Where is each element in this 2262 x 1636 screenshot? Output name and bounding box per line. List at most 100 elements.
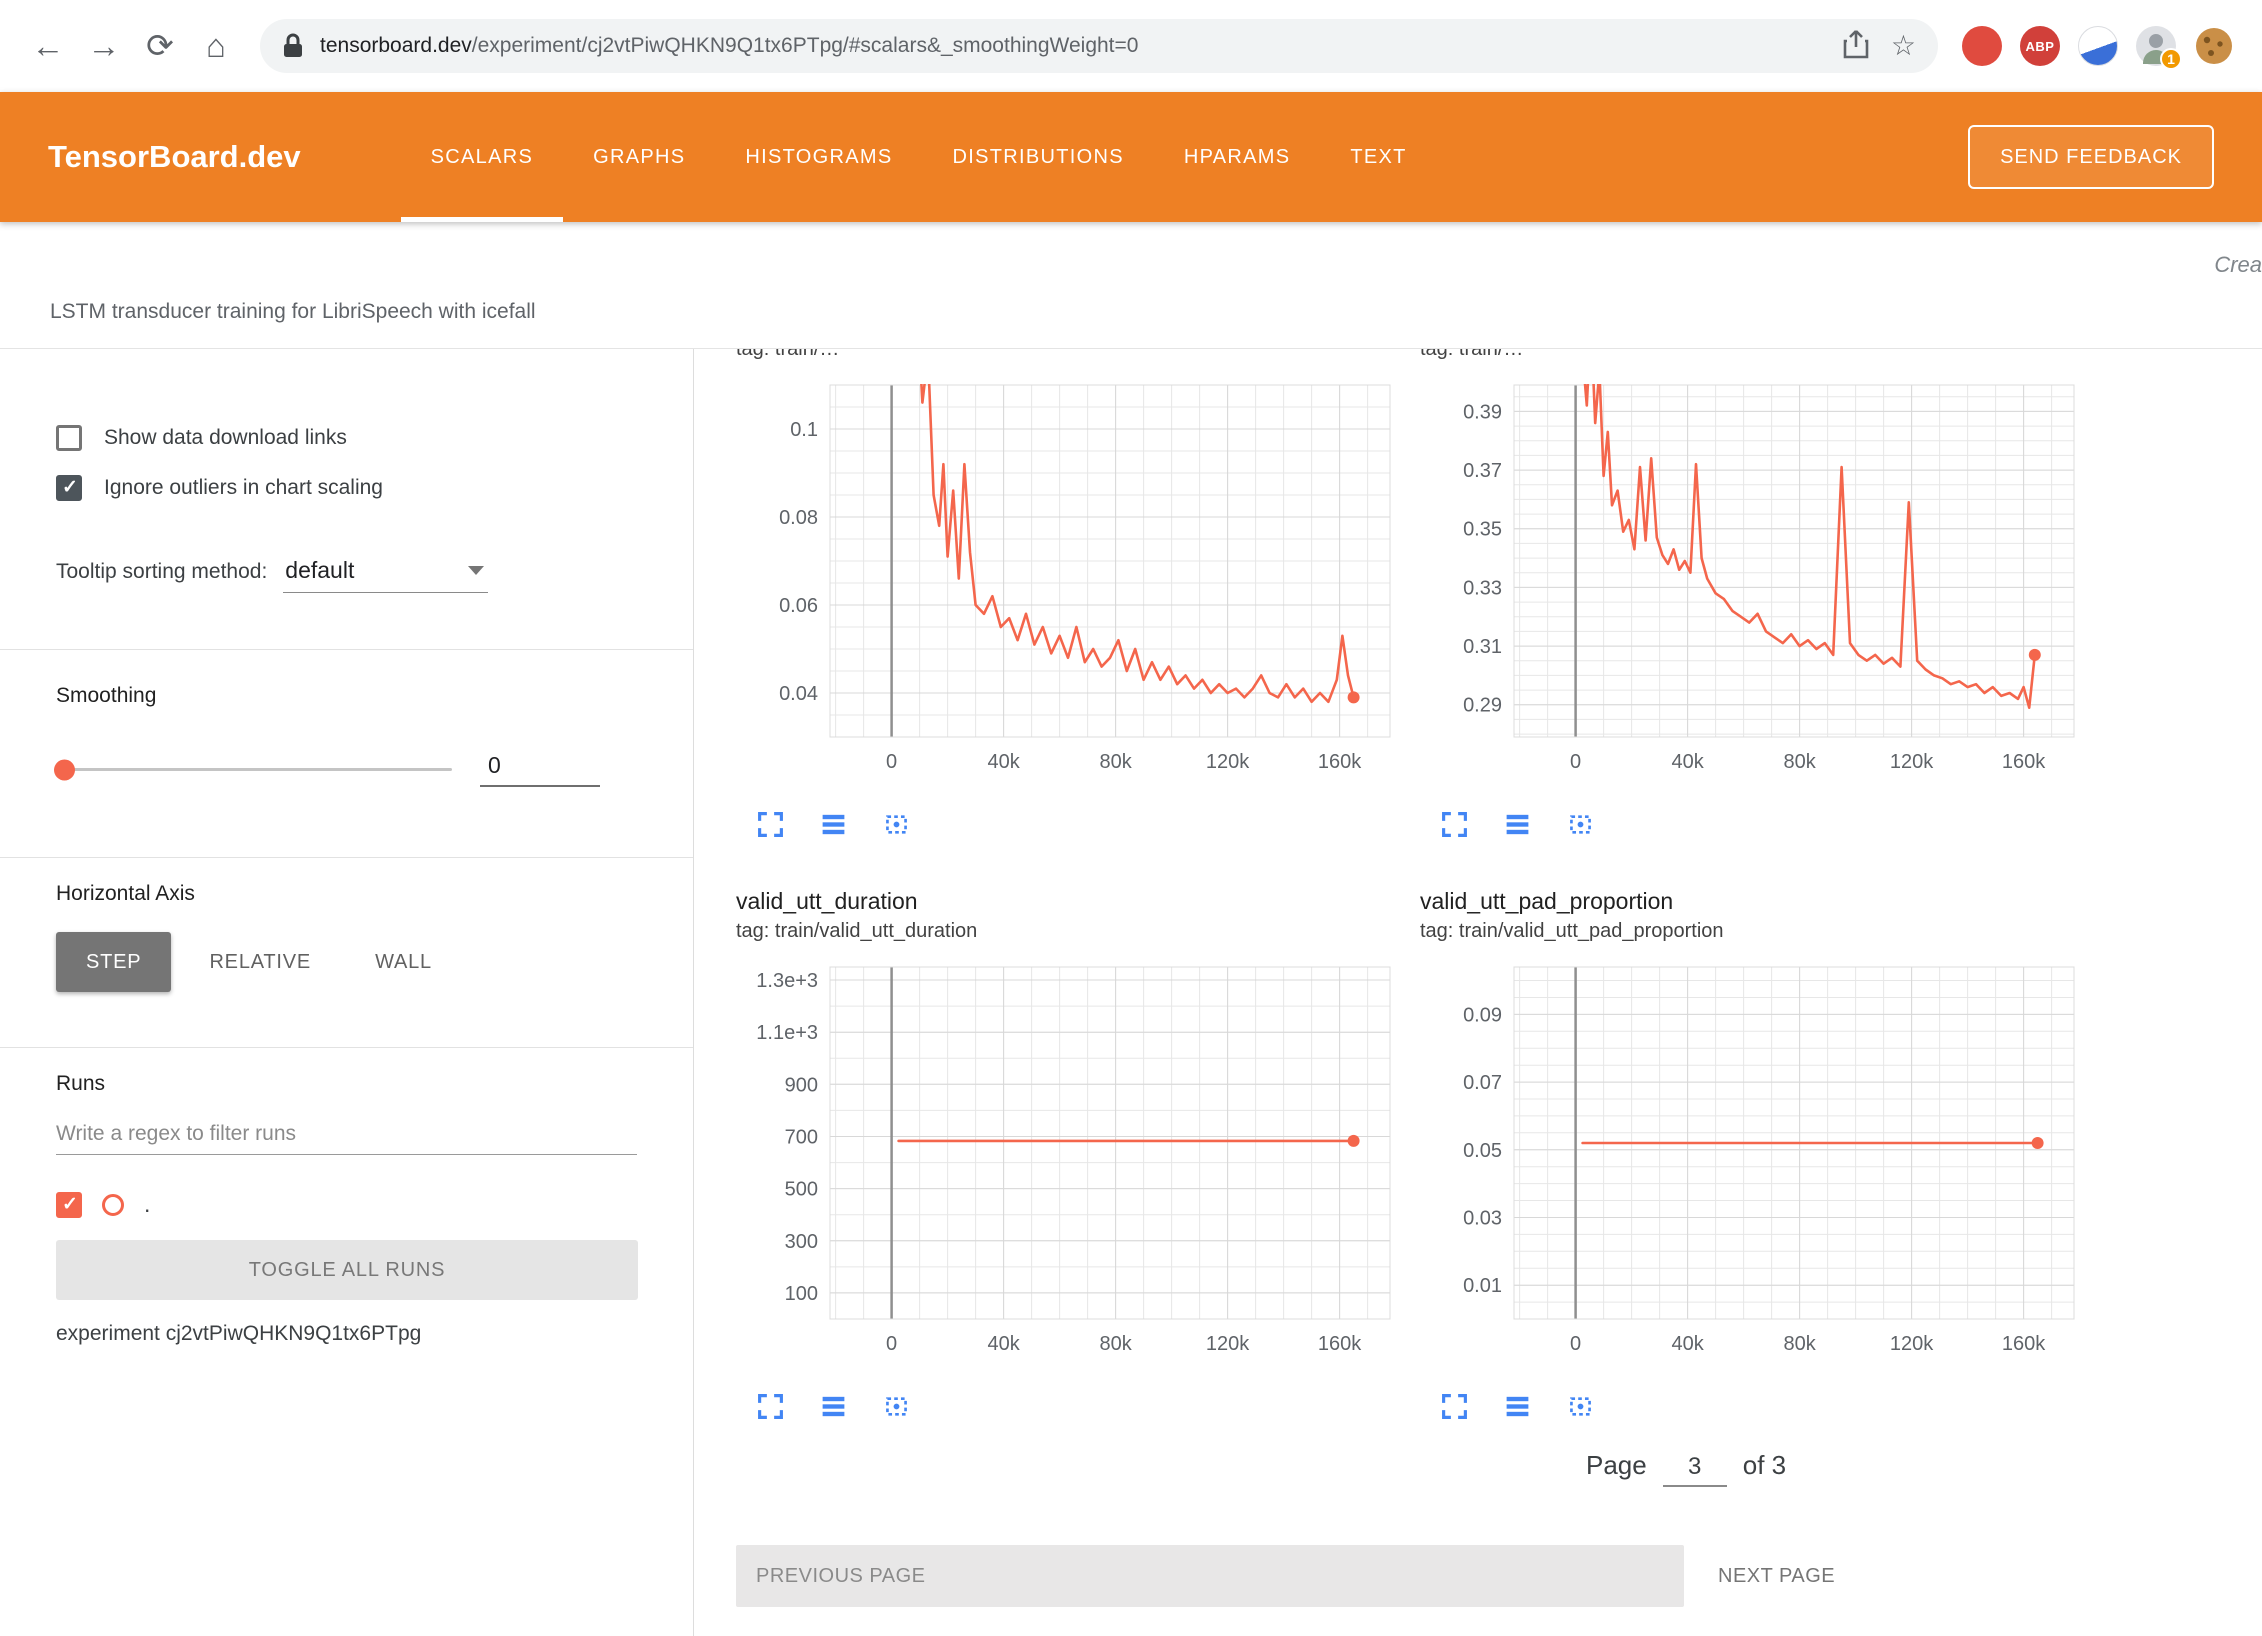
scalar-chart[interactable]: 040k80k120k160k0.290.310.330.350.370.39	[1420, 379, 2080, 784]
svg-text:700: 700	[785, 1127, 818, 1149]
chart-card-valid-utt-duration: valid_utt_duration tag: train/valid_utt_…	[736, 885, 1396, 1421]
cookie-icon[interactable]	[2194, 26, 2234, 66]
runs-list-icon[interactable]	[1503, 810, 1532, 839]
tab-hparams[interactable]: HPARAMS	[1154, 92, 1321, 222]
toggle-all-runs-button[interactable]: TOGGLE ALL RUNS	[56, 1240, 638, 1300]
fit-domain-icon[interactable]	[882, 1392, 911, 1421]
tooltip-sorting-select[interactable]: default	[283, 557, 488, 593]
page-of-label: of 3	[1743, 1447, 1786, 1483]
tooltip-sorting-value: default	[285, 557, 354, 584]
back-icon[interactable]: ←	[22, 20, 74, 72]
svg-text:0.31: 0.31	[1463, 636, 1502, 658]
ignore-outliers-row[interactable]: Ignore outliers in chart scaling	[56, 475, 637, 501]
adblock-extension-icon[interactable]	[1962, 26, 2002, 66]
svg-text:0.05: 0.05	[1463, 1140, 1502, 1162]
chart-card-valid-utt-pad-proportion: valid_utt_pad_proportion tag: train/vali…	[1420, 885, 2080, 1421]
svg-text:300: 300	[785, 1231, 818, 1253]
expand-chart-icon[interactable]	[1440, 810, 1469, 839]
next-page-button[interactable]: NEXT PAGE	[1718, 1565, 1835, 1588]
tab-distributions[interactable]: DISTRIBUTIONS	[923, 92, 1154, 222]
ignore-outliers-checkbox[interactable]	[56, 475, 82, 501]
svg-text:160k: 160k	[2002, 1333, 2046, 1355]
run-row[interactable]: .	[56, 1191, 637, 1218]
tab-histograms[interactable]: HISTOGRAMS	[715, 92, 922, 222]
pagination: Page of 3	[736, 1447, 2262, 1487]
svg-text:0.37: 0.37	[1463, 460, 1502, 482]
page-label: Page	[1586, 1447, 1647, 1483]
runs-list-icon[interactable]	[819, 1392, 848, 1421]
url-bar[interactable]: tensorboard.dev/experiment/cj2vtPiwQHKN9…	[260, 19, 1938, 73]
show-download-links-row[interactable]: Show data download links	[56, 425, 637, 451]
runs-filter-input[interactable]	[56, 1114, 637, 1155]
svg-text:0.39: 0.39	[1463, 401, 1502, 423]
svg-text:120k: 120k	[1206, 1333, 1250, 1355]
axis-wall-button[interactable]: WALL	[349, 932, 458, 992]
tensorboard-logo[interactable]: TensorBoard.dev	[48, 139, 301, 175]
chart-tag: tag: train/valid_utt_duration	[736, 917, 1396, 945]
tab-text[interactable]: TEXT	[1320, 92, 1436, 222]
expand-chart-icon[interactable]	[756, 1392, 785, 1421]
run-name: .	[144, 1191, 150, 1218]
run-color-swatch[interactable]	[102, 1194, 124, 1216]
runs-list-icon[interactable]	[1503, 1392, 1532, 1421]
chart-actions	[1420, 810, 2080, 839]
fit-domain-icon[interactable]	[1566, 1392, 1595, 1421]
fit-domain-icon[interactable]	[1566, 810, 1595, 839]
send-feedback-button[interactable]: SEND FEEDBACK	[1968, 125, 2214, 189]
svg-text:100: 100	[785, 1283, 818, 1305]
expand-chart-icon[interactable]	[1440, 1392, 1469, 1421]
tab-graphs[interactable]: GRAPHS	[563, 92, 715, 222]
svg-text:500: 500	[785, 1179, 818, 1201]
horizontal-axis-label: Horizontal Axis	[56, 882, 637, 906]
share-icon[interactable]	[1843, 29, 1869, 64]
chart-actions	[1420, 1392, 2080, 1421]
forward-icon[interactable]: →	[78, 20, 130, 72]
smoothing-section: Smoothing	[0, 650, 693, 858]
runs-label: Runs	[56, 1072, 637, 1096]
abp-extension-icon[interactable]: ABP	[2020, 26, 2060, 66]
svg-text:1.3e+3: 1.3e+3	[756, 970, 818, 992]
svg-text:0: 0	[1570, 751, 1581, 773]
chart-card-1: tag: train/… 040k80k120k160k0.040.060.08…	[736, 349, 1396, 839]
nav-tabs: SCALARS GRAPHS HISTOGRAMS DISTRIBUTIONS …	[401, 92, 1437, 222]
chevron-down-icon	[468, 566, 484, 575]
axis-relative-button[interactable]: RELATIVE	[183, 932, 337, 992]
svg-text:0: 0	[1570, 1333, 1581, 1355]
runs-list-icon[interactable]	[819, 810, 848, 839]
previous-page-button[interactable]: PREVIOUS PAGE	[736, 1545, 1684, 1607]
page-number-input[interactable]	[1663, 1452, 1727, 1487]
smoothing-slider-thumb[interactable]	[54, 759, 75, 780]
fit-domain-icon[interactable]	[882, 810, 911, 839]
expand-chart-icon[interactable]	[756, 810, 785, 839]
scalars-dashboard: tag: train/… 040k80k120k160k0.040.060.08…	[694, 349, 2262, 1636]
svg-text:0.09: 0.09	[1463, 1004, 1502, 1026]
browser-toolbar: ← → ⟳ ⌂ tensorboard.dev/experiment/cj2vt…	[0, 0, 2262, 92]
home-icon[interactable]: ⌂	[190, 20, 242, 72]
avatar-head	[2149, 34, 2163, 48]
svg-text:80k: 80k	[1099, 751, 1132, 773]
blue-extension-icon[interactable]	[2078, 26, 2118, 66]
scalar-chart[interactable]: 040k80k120k160k0.010.030.050.070.09	[1420, 961, 2080, 1366]
show-download-links-checkbox[interactable]	[56, 425, 82, 451]
lock-icon	[282, 33, 304, 59]
svg-text:40k: 40k	[1671, 751, 1704, 773]
svg-text:0: 0	[886, 1333, 897, 1355]
svg-text:0.07: 0.07	[1463, 1072, 1502, 1094]
scalar-chart[interactable]: 040k80k120k160k1003005007009001.1e+31.3e…	[736, 961, 1396, 1366]
tooltip-sorting-row: Tooltip sorting method: default	[56, 557, 637, 593]
smoothing-value-input[interactable]	[480, 752, 600, 787]
svg-text:0.33: 0.33	[1463, 577, 1502, 599]
refresh-icon[interactable]: ⟳	[134, 20, 186, 72]
smoothing-label: Smoothing	[56, 684, 637, 708]
chart-actions	[736, 1392, 1396, 1421]
bookmark-star-icon[interactable]: ☆	[1891, 32, 1916, 60]
tab-scalars[interactable]: SCALARS	[401, 92, 563, 222]
run-checkbox[interactable]	[56, 1192, 82, 1218]
svg-text:0.03: 0.03	[1463, 1208, 1502, 1230]
profile-avatar[interactable]: 1	[2136, 26, 2176, 66]
smoothing-slider[interactable]	[56, 768, 452, 771]
axis-step-button[interactable]: STEP	[56, 932, 171, 992]
scalar-chart[interactable]: 040k80k120k160k0.040.060.080.1	[736, 379, 1396, 784]
url-path: /experiment/cj2vtPiwQHKN9Q1tx6PTpg/#scal…	[472, 34, 1139, 57]
svg-text:0.1: 0.1	[790, 419, 818, 441]
